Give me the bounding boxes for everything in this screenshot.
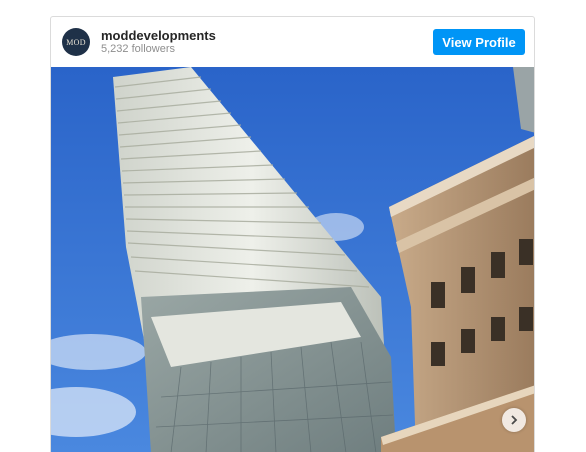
avatar-logo-text: MOD [66,37,86,47]
instagram-embed-card: MOD moddevelopments 5,232 followers View… [50,16,535,452]
next-photo-button[interactable] [502,408,526,432]
username[interactable]: moddevelopments [101,28,216,43]
avatar[interactable]: MOD [62,28,90,56]
post-photo[interactable] [51,67,534,452]
skyscraper-photo [51,67,534,452]
post-header: MOD moddevelopments 5,232 followers View… [51,17,534,67]
follower-count: 5,232 followers [101,43,175,55]
view-profile-button[interactable]: View Profile [433,29,525,55]
chevron-right-icon [511,415,518,425]
